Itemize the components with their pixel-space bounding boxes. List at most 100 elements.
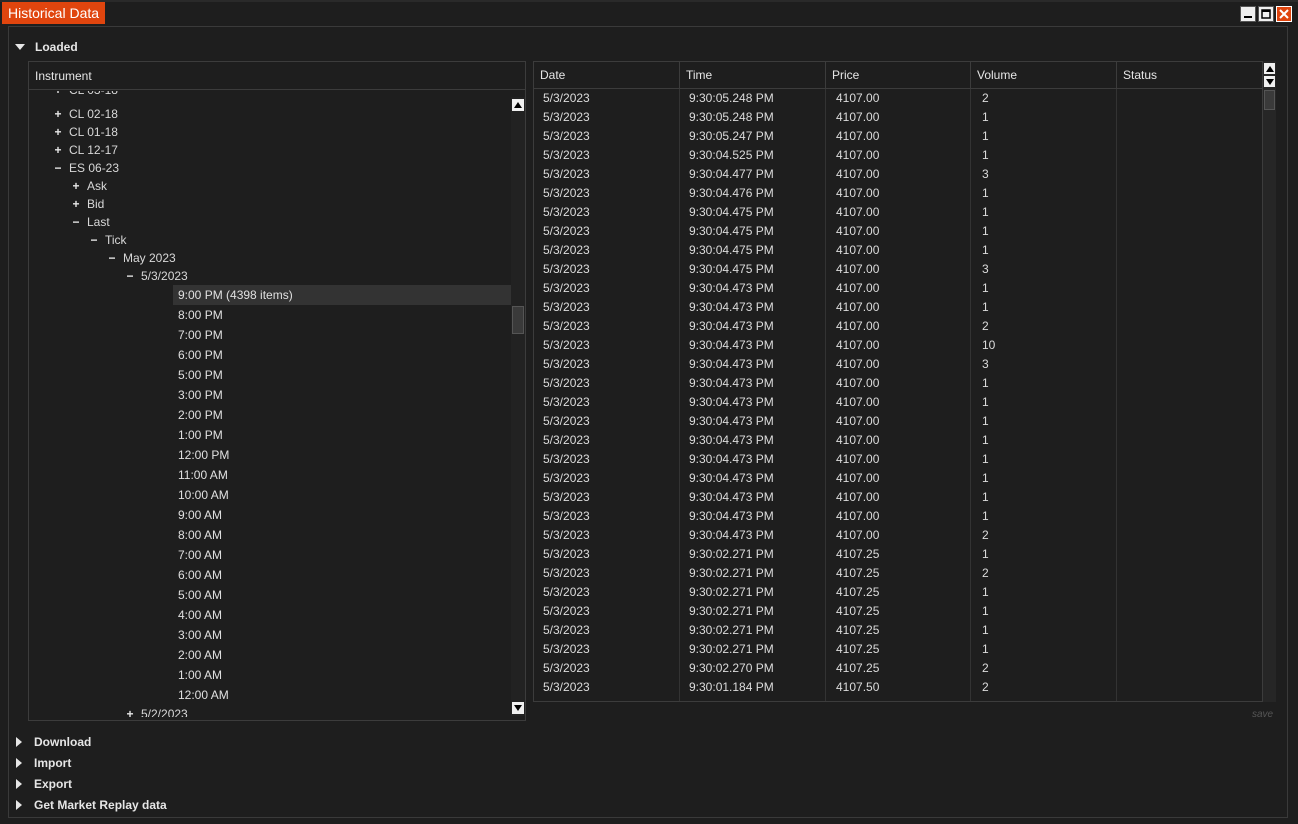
expand-icon[interactable]: + [53, 105, 63, 123]
section-export[interactable]: Export [14, 777, 72, 791]
table-row[interactable]: 5/3/2023 9:30:04.473 PM 4107.00 10 [534, 336, 1262, 355]
table-row[interactable]: 5/3/2023 9:30:05.248 PM 4107.00 2 [534, 89, 1262, 108]
table-row[interactable]: 5/3/2023 9:30:04.473 PM 4107.00 1 [534, 279, 1262, 298]
tree-hour-item[interactable]: 12:00 AM [173, 685, 511, 705]
table-row[interactable]: 5/3/2023 9:30:04.473 PM 4107.00 1 [534, 374, 1262, 393]
table-row[interactable]: 5/3/2023 9:30:04.475 PM 4107.00 1 [534, 241, 1262, 260]
table-row[interactable]: 5/3/2023 9:30:02.270 PM 4107.25 2 [534, 659, 1262, 678]
expand-icon[interactable]: + [71, 177, 81, 195]
table-row[interactable]: 5/3/2023 9:30:04.473 PM 4107.00 1 [534, 393, 1262, 412]
tree-hour-item[interactable]: 1:00 AM [173, 665, 511, 685]
tree-hour-item[interactable]: 12:00 PM [173, 445, 511, 465]
table-row[interactable]: 5/3/2023 9:30:02.271 PM 4107.25 1 [534, 583, 1262, 602]
table-row[interactable]: 5/3/2023 9:30:04.473 PM 4107.00 1 [534, 469, 1262, 488]
expand-icon[interactable]: + [53, 141, 63, 159]
tree-node[interactable]: + Bid [71, 195, 104, 213]
tree-node[interactable]: +5/2/2023 [125, 705, 187, 717]
tree-node[interactable]: − Last [71, 213, 109, 231]
table-row[interactable]: 5/3/2023 9:30:04.477 PM 4107.00 3 [534, 165, 1262, 184]
collapse-icon[interactable]: − [89, 231, 99, 249]
cell-time: 9:30:04.475 PM [689, 224, 774, 238]
expand-icon[interactable]: + [53, 91, 63, 99]
tree-hour-item-selected[interactable]: 9:00 PM (4398 items) [173, 285, 511, 305]
table-row[interactable]: 5/3/2023 9:30:02.271 PM 4107.25 1 [534, 640, 1262, 659]
grid-scroll-down-button[interactable] [1264, 76, 1275, 87]
table-row[interactable]: 5/3/2023 9:30:04.475 PM 4107.00 1 [534, 203, 1262, 222]
tree-node[interactable]: + CL 12-17 [53, 141, 117, 159]
tree-node[interactable]: + CL 01-18 [53, 123, 117, 141]
tree-scroll-down-button[interactable] [512, 702, 524, 714]
column-header-date[interactable]: Date [534, 62, 680, 88]
save-link[interactable]: save [1252, 709, 1273, 720]
column-header-time[interactable]: Time [680, 62, 826, 88]
table-row[interactable]: 5/3/2023 9:30:04.473 PM 4107.00 1 [534, 298, 1262, 317]
tree-hour-item[interactable]: 8:00 AM [173, 525, 511, 545]
tree-hour-item[interactable]: 3:00 PM [173, 385, 511, 405]
tree-hour-item[interactable]: 6:00 AM [173, 565, 511, 585]
tree-hour-item[interactable]: 9:00 AM [173, 505, 511, 525]
table-row[interactable]: 5/3/2023 9:30:04.473 PM 4107.00 1 [534, 488, 1262, 507]
tree-hour-item[interactable]: 3:00 AM [173, 625, 511, 645]
tree-hour-item[interactable]: 7:00 AM [173, 545, 511, 565]
table-row[interactable]: 5/3/2023 9:30:04.473 PM 4107.00 3 [534, 355, 1262, 374]
grid-scroll-up-button[interactable] [1264, 63, 1275, 74]
tree-scroll-up-button[interactable] [512, 99, 524, 111]
grid-scroll-thumb[interactable] [1264, 90, 1275, 110]
tree-node[interactable]: + CL 02-18 [53, 105, 117, 123]
expand-icon[interactable]: + [53, 123, 63, 141]
expand-icon[interactable]: + [71, 195, 81, 213]
tree-node[interactable]: −5/3/2023 [125, 267, 187, 285]
table-row[interactable]: 5/3/2023 9:30:04.473 PM 4107.00 2 [534, 317, 1262, 336]
table-row[interactable]: 5/3/2023 9:30:04.473 PM 4107.00 1 [534, 450, 1262, 469]
tree-hour-item[interactable]: 11:00 AM [173, 465, 511, 485]
tree-node[interactable]: − Tick [89, 231, 126, 249]
collapse-icon[interactable]: − [125, 267, 135, 285]
maximize-button[interactable] [1258, 6, 1274, 22]
tree-hour-item[interactable]: 5:00 PM [173, 365, 511, 385]
tree-hour-item[interactable]: 2:00 PM [173, 405, 511, 425]
table-row[interactable]: 5/3/2023 9:30:02.271 PM 4107.25 1 [534, 602, 1262, 621]
minimize-button[interactable] [1240, 6, 1256, 22]
column-header-status[interactable]: Status [1117, 62, 1262, 88]
tree-hour-item[interactable]: 4:00 AM [173, 605, 511, 625]
tree-hour-item[interactable]: 1:00 PM [173, 425, 511, 445]
tree-hour-item[interactable]: 2:00 AM [173, 645, 511, 665]
collapse-icon[interactable]: − [53, 159, 63, 177]
table-row[interactable]: 5/3/2023 9:30:04.473 PM 4107.00 1 [534, 431, 1262, 450]
table-row[interactable]: 5/3/2023 9:30:04.475 PM 4107.00 1 [534, 222, 1262, 241]
expand-icon[interactable]: + [125, 705, 135, 717]
tree-scroll-thumb[interactable] [512, 306, 524, 334]
grid-scrollbar[interactable] [1263, 61, 1276, 702]
column-header-price[interactable]: Price [826, 62, 971, 88]
table-row[interactable]: 5/3/2023 9:30:04.525 PM 4107.00 1 [534, 146, 1262, 165]
tree-hour-item[interactable]: 7:00 PM [173, 325, 511, 345]
tree-hour-item[interactable]: 8:00 PM [173, 305, 511, 325]
section-import[interactable]: Import [14, 756, 71, 770]
tree-hour-item[interactable]: 5:00 AM [173, 585, 511, 605]
table-row[interactable]: 5/3/2023 9:30:02.271 PM 4107.25 1 [534, 545, 1262, 564]
table-row[interactable]: 5/3/2023 9:30:04.475 PM 4107.00 3 [534, 260, 1262, 279]
table-row[interactable]: 5/3/2023 9:30:04.476 PM 4107.00 1 [534, 184, 1262, 203]
tree-hour-item[interactable]: 6:00 PM [173, 345, 511, 365]
tree-node[interactable]: − ES 06-23 [53, 159, 119, 177]
section-download[interactable]: Download [14, 735, 91, 749]
close-button[interactable] [1276, 6, 1292, 22]
tree-scrollbar[interactable] [511, 97, 525, 716]
table-row[interactable]: 5/3/2023 9:30:01.184 PM 4107.50 2 [534, 678, 1262, 697]
tree-node[interactable]: + CL 03-18 [53, 91, 117, 99]
tree-node[interactable]: + Ask [71, 177, 107, 195]
table-row[interactable]: 5/3/2023 9:30:04.473 PM 4107.00 1 [534, 412, 1262, 431]
column-header-volume[interactable]: Volume [971, 62, 1117, 88]
table-row[interactable]: 5/3/2023 9:30:05.247 PM 4107.00 1 [534, 127, 1262, 146]
table-row[interactable]: 5/3/2023 9:30:02.271 PM 4107.25 1 [534, 621, 1262, 640]
table-row[interactable]: 5/3/2023 9:30:05.248 PM 4107.00 1 [534, 108, 1262, 127]
tree-hour-item[interactable]: 10:00 AM [173, 485, 511, 505]
table-row[interactable]: 5/3/2023 9:30:02.271 PM 4107.25 2 [534, 564, 1262, 583]
table-row[interactable]: 5/3/2023 9:30:04.473 PM 4107.00 1 [534, 507, 1262, 526]
collapse-icon[interactable]: − [71, 213, 81, 231]
section-loaded[interactable]: Loaded [14, 40, 78, 54]
collapse-icon[interactable]: − [107, 249, 117, 267]
tree-node[interactable]: − May 2023 [107, 249, 175, 267]
table-row[interactable]: 5/3/2023 9:30:04.473 PM 4107.00 2 [534, 526, 1262, 545]
section-get-market-replay-data[interactable]: Get Market Replay data [14, 798, 167, 812]
